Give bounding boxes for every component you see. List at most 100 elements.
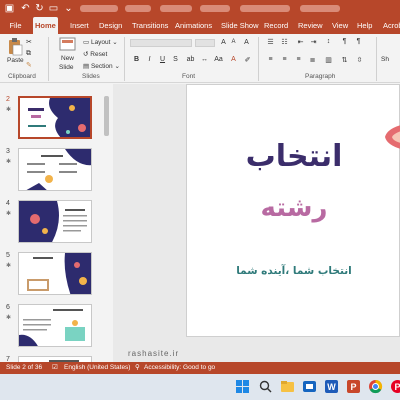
section-button[interactable]: ▤ Section ⌄ (83, 62, 120, 70)
tab-slide-show[interactable]: Slide Show (219, 17, 261, 34)
windows-icon[interactable] (235, 379, 250, 394)
current-slide[interactable]: انتخاب رشته انتخاب شما ،آینده شما (186, 84, 400, 337)
tab-review[interactable]: Review (296, 17, 325, 34)
search-icon[interactable] (258, 379, 273, 394)
thumbnail-art (19, 305, 91, 346)
strikethrough-icon[interactable]: ab (186, 56, 195, 63)
shapes-button[interactable]: Sh (381, 56, 389, 63)
title-segment-blurred (200, 5, 230, 12)
char-spacing-icon[interactable]: ↔ (200, 56, 209, 63)
paste-button[interactable]: Paste (7, 57, 24, 64)
decrease-indent-icon[interactable]: ⇤ (296, 38, 305, 46)
line-spacing-icon[interactable]: ↕ (324, 38, 333, 45)
columns-icon[interactable]: ▥ (324, 56, 333, 64)
thumbnail-slide-3[interactable] (18, 148, 92, 191)
accessibility-status[interactable]: Accessibility: Good to go (144, 362, 215, 374)
numbering-icon[interactable]: ☷ (280, 38, 289, 46)
thumbnail-slide-6[interactable] (18, 304, 92, 347)
thumbnail-slide-2[interactable] (18, 96, 92, 139)
reset-button[interactable]: ↺ Reset (83, 50, 107, 58)
tab-insert[interactable]: Insert (68, 17, 91, 34)
reset-label: Reset (90, 51, 108, 58)
bullets-icon[interactable]: ☰ (266, 38, 275, 46)
align-center-icon[interactable]: ≡ (280, 56, 289, 63)
word-icon[interactable]: W (324, 379, 339, 394)
thumbnails-scrollbar[interactable] (104, 96, 109, 136)
customize-quick-access-icon[interactable]: ⌄ (63, 3, 74, 14)
change-case-icon[interactable]: Aa (214, 56, 223, 63)
clear-formatting-icon[interactable]: A (242, 39, 251, 46)
align-text-icon[interactable]: ⇳ (355, 56, 364, 64)
present-icon[interactable]: ▭ (48, 3, 59, 14)
shadow-button[interactable]: S (171, 56, 180, 63)
thumbnail-art (20, 98, 90, 137)
italic-button[interactable]: I (145, 56, 154, 63)
ribbon-tabs: File Home Insert Design Transitions Anim… (0, 17, 400, 34)
new-slide-button[interactable]: New (61, 55, 74, 62)
slide-subtitle[interactable]: رشته (187, 190, 400, 226)
thumbnail-slide-4[interactable] (18, 200, 92, 243)
redo-icon[interactable]: ↻ (34, 3, 45, 14)
format-painter-icon[interactable]: ✎ (26, 61, 32, 69)
slides-group-label: Slides (82, 73, 100, 80)
tab-view[interactable]: View (330, 17, 350, 34)
new-slide-button-label[interactable]: Slide (59, 64, 73, 71)
tab-file[interactable]: File (3, 17, 28, 34)
font-name-dropdown[interactable] (130, 39, 192, 47)
decrease-font-icon[interactable]: A (229, 39, 238, 45)
thumbnail-art (19, 201, 91, 242)
cut-icon[interactable]: ✂ (26, 38, 32, 46)
layout-button[interactable]: ▭ Layout ⌄ (83, 38, 118, 46)
powerpoint-icon[interactable]: P (346, 379, 361, 394)
justify-icon[interactable]: ≣ (308, 56, 317, 64)
pinterest-icon[interactable]: P (390, 379, 400, 394)
language-status[interactable]: English (United States) (64, 362, 130, 374)
star-icon: ✱ (6, 211, 12, 217)
paragraph-group-label: Paragraph (305, 73, 336, 80)
tab-animations[interactable]: Animations (173, 17, 214, 34)
tab-home[interactable]: Home (33, 17, 58, 34)
separator (376, 37, 377, 81)
bold-button[interactable]: B (132, 56, 141, 63)
new-slide-icon[interactable] (59, 37, 77, 53)
task-view-icon[interactable] (302, 379, 317, 394)
watermark-text: rashasite.ir (128, 349, 180, 358)
font-size-dropdown[interactable] (195, 39, 215, 47)
separator (258, 37, 259, 81)
ltr-icon[interactable]: ¶ (354, 38, 363, 45)
undo-icon[interactable]: ↶ (20, 3, 31, 14)
chrome-icon[interactable] (368, 379, 383, 394)
text-direction-icon[interactable]: ⇅ (340, 56, 349, 64)
thumbnail-slide-5[interactable] (18, 252, 92, 295)
title-segment-blurred (160, 5, 192, 12)
slide-tagline[interactable]: انتخاب شما ،آینده شما (187, 263, 400, 279)
tab-design[interactable]: Design (97, 17, 124, 34)
increase-font-icon[interactable]: A (219, 39, 228, 46)
ribbon-home: Paste ✂ ⧉ ✎ Clipboard New Slide ▭ Layout… (0, 34, 400, 83)
svg-text:W: W (327, 382, 336, 392)
file-explorer-icon[interactable] (280, 379, 295, 394)
tab-acrobat[interactable]: Acrobat (381, 17, 400, 34)
slide-counter: Slide 2 of 36 (6, 364, 43, 371)
align-left-icon[interactable]: ≡ (266, 56, 275, 63)
spellcheck-icon[interactable]: ☑ (52, 362, 58, 374)
slide-title[interactable]: انتخاب (187, 137, 400, 177)
copy-icon[interactable]: ⧉ (26, 50, 31, 58)
rtl-icon[interactable]: ¶ (340, 38, 349, 45)
underline-button[interactable]: U (158, 56, 167, 63)
font-color-icon[interactable]: A (229, 56, 238, 63)
accessibility-icon: ⚲ (135, 364, 140, 371)
document-title-blurred (80, 5, 118, 12)
increase-indent-icon[interactable]: ⇥ (309, 38, 318, 46)
save-icon[interactable]: ▣ (4, 3, 15, 14)
thumbnail-number: 4 (6, 200, 10, 207)
tab-transitions[interactable]: Transitions (130, 17, 170, 34)
slide-editor[interactable]: انتخاب رشته انتخاب شما ،آینده شما rashas… (113, 84, 400, 362)
section-label: Section (90, 63, 113, 70)
align-right-icon[interactable]: ≡ (294, 56, 303, 63)
highlight-icon[interactable]: ✐ (243, 56, 252, 64)
slide-thumbnails-panel[interactable]: 2 ✱ 3 ✱ 4 ✱ 5 ✱ 6 ✱ 7 (0, 84, 113, 362)
tab-record[interactable]: Record (262, 17, 290, 34)
tab-help[interactable]: Help (355, 17, 374, 34)
paste-icon[interactable] (7, 38, 23, 56)
